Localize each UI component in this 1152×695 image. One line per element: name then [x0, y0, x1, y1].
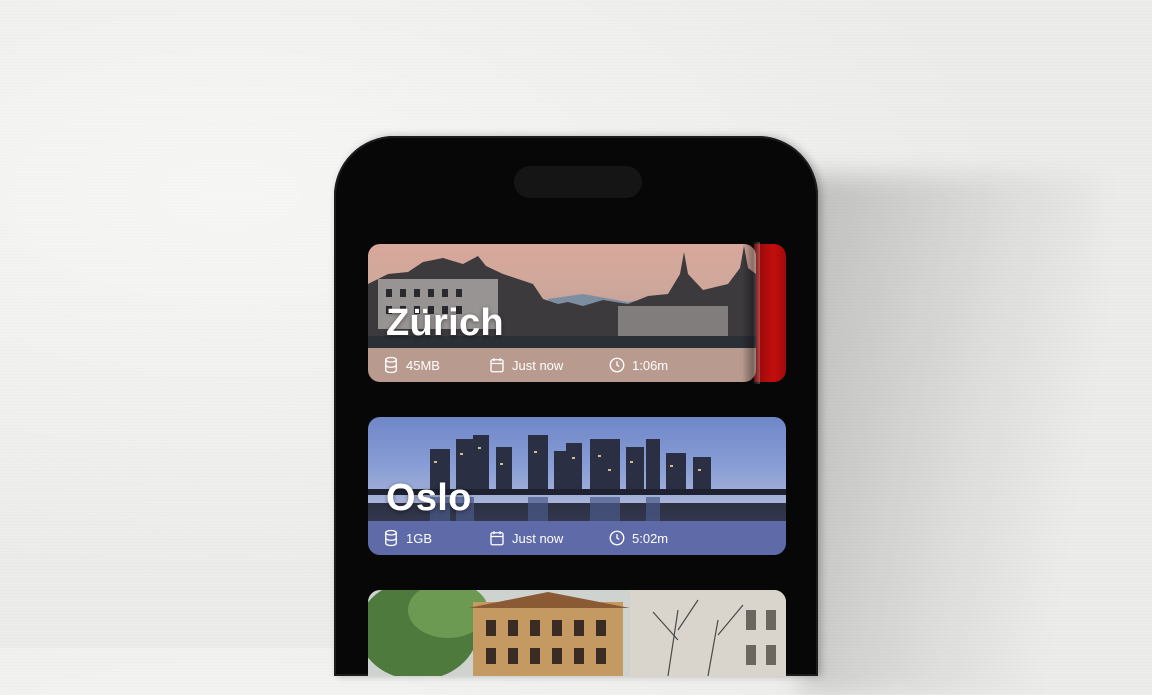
calendar-icon [490, 531, 504, 546]
date-info: Just now [488, 356, 563, 374]
download-card-third[interactable] [368, 590, 786, 676]
date-text: Just now [512, 530, 564, 546]
page-curl [742, 242, 760, 384]
city-title: Zürich [386, 302, 504, 344]
download-card-oslo[interactable]: Oslo 1GB Just now 5:02m [368, 417, 786, 555]
date-info: Just now [488, 529, 563, 547]
calendar-icon [490, 358, 504, 373]
size-text: 45MB [406, 357, 440, 373]
download-card-zurich[interactable]: Zürich 45MB Just now 1:06m [368, 244, 756, 382]
date-text: Just now [512, 357, 564, 373]
database-icon [385, 356, 397, 374]
dynamic-island [514, 166, 642, 198]
clock-icon [609, 357, 625, 373]
duration-info: 1:06m [608, 356, 668, 374]
phone-frame: Zürich 45MB Just now 1:06m Oslo 1GB Just… [334, 136, 818, 676]
phone-shadow [800, 175, 1100, 695]
size-info: 45MB [382, 356, 440, 374]
clock-icon [609, 530, 625, 546]
size-text: 1GB [406, 530, 433, 546]
duration-text: 5:02m [632, 530, 669, 546]
size-info: 1GB [382, 529, 432, 547]
card-photo [368, 590, 786, 676]
database-icon [385, 529, 397, 547]
duration-text: 1:06m [632, 357, 669, 373]
city-title: Oslo [386, 477, 472, 519]
duration-info: 5:02m [608, 529, 668, 547]
